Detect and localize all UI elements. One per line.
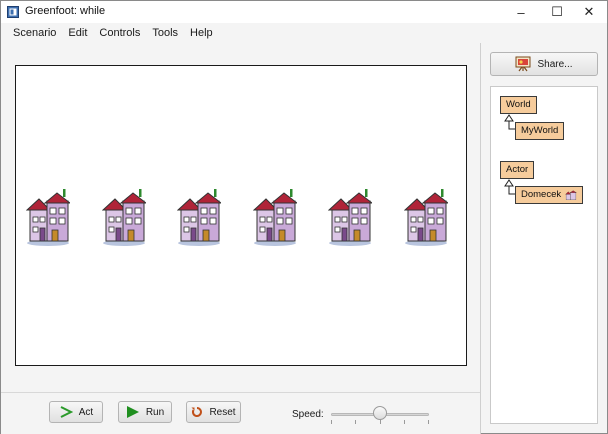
slider-tick	[331, 420, 332, 424]
speed-slider-ticks	[331, 420, 429, 424]
maximize-button[interactable]: ☐	[539, 1, 575, 23]
reset-button[interactable]: Reset	[186, 401, 241, 423]
house-actor[interactable]	[26, 188, 70, 246]
act-label: Act	[78, 406, 94, 418]
class-diagram-panel: World MyWorld Actor Domecek	[490, 86, 598, 424]
run-button[interactable]: Run	[118, 401, 172, 423]
menu-controls[interactable]: Controls	[93, 23, 146, 43]
class-domecek[interactable]: Domecek	[515, 186, 584, 204]
menu-bar: Scenario Edit Controls Tools Help	[1, 23, 607, 43]
panel-divider[interactable]	[480, 43, 481, 434]
share-button[interactable]: Share...	[490, 52, 598, 76]
class-world-label: World	[506, 99, 531, 110]
share-label: Share...	[537, 58, 573, 70]
greenfoot-window: Greenfoot: while – ☐ ✕ Scenario Edit Con…	[0, 0, 608, 434]
house-actor[interactable]	[403, 188, 448, 246]
class-actor[interactable]: Actor	[500, 161, 535, 179]
menu-scenario[interactable]: Scenario	[7, 23, 62, 43]
speed-slider-thumb[interactable]	[373, 406, 387, 420]
house-icon	[565, 189, 578, 200]
house-actor[interactable]	[177, 188, 221, 246]
slider-tick	[355, 420, 356, 424]
minimize-icon: –	[517, 4, 525, 20]
easel-icon	[515, 56, 531, 72]
act-button[interactable]: Act	[49, 401, 103, 423]
class-actor-label: Actor	[506, 164, 529, 175]
window-title: Greenfoot: while	[25, 5, 106, 17]
menu-edit[interactable]: Edit	[62, 23, 93, 43]
greenfoot-app-icon	[7, 6, 19, 18]
reset-icon	[191, 407, 203, 417]
run-label: Run	[145, 406, 165, 418]
world-canvas[interactable]	[15, 65, 467, 366]
slider-tick	[428, 420, 429, 424]
reset-label: Reset	[209, 406, 236, 418]
world-panel	[1, 43, 480, 392]
menu-tools[interactable]: Tools	[146, 23, 184, 43]
close-icon: ✕	[583, 4, 595, 19]
slider-tick	[404, 420, 405, 424]
act-arrow-icon	[60, 406, 73, 418]
house-actor[interactable]	[252, 188, 297, 246]
controls-bar: Act Run Reset Speed:	[1, 392, 480, 434]
close-button[interactable]: ✕	[571, 1, 607, 23]
slider-tick	[380, 420, 381, 424]
speed-label: Speed:	[292, 409, 324, 420]
maximize-icon: ☐	[551, 4, 563, 19]
minimize-button[interactable]: –	[503, 1, 539, 23]
play-icon	[126, 406, 139, 418]
class-domecek-label: Domecek	[521, 189, 562, 200]
class-world[interactable]: World	[500, 96, 537, 114]
title-bar: Greenfoot: while – ☐ ✕	[1, 1, 607, 23]
house-actor[interactable]	[328, 188, 372, 246]
class-myworld-label: MyWorld	[521, 125, 559, 136]
house-actor[interactable]	[101, 188, 146, 246]
class-myworld[interactable]: MyWorld	[515, 122, 565, 140]
menu-help[interactable]: Help	[184, 23, 219, 43]
